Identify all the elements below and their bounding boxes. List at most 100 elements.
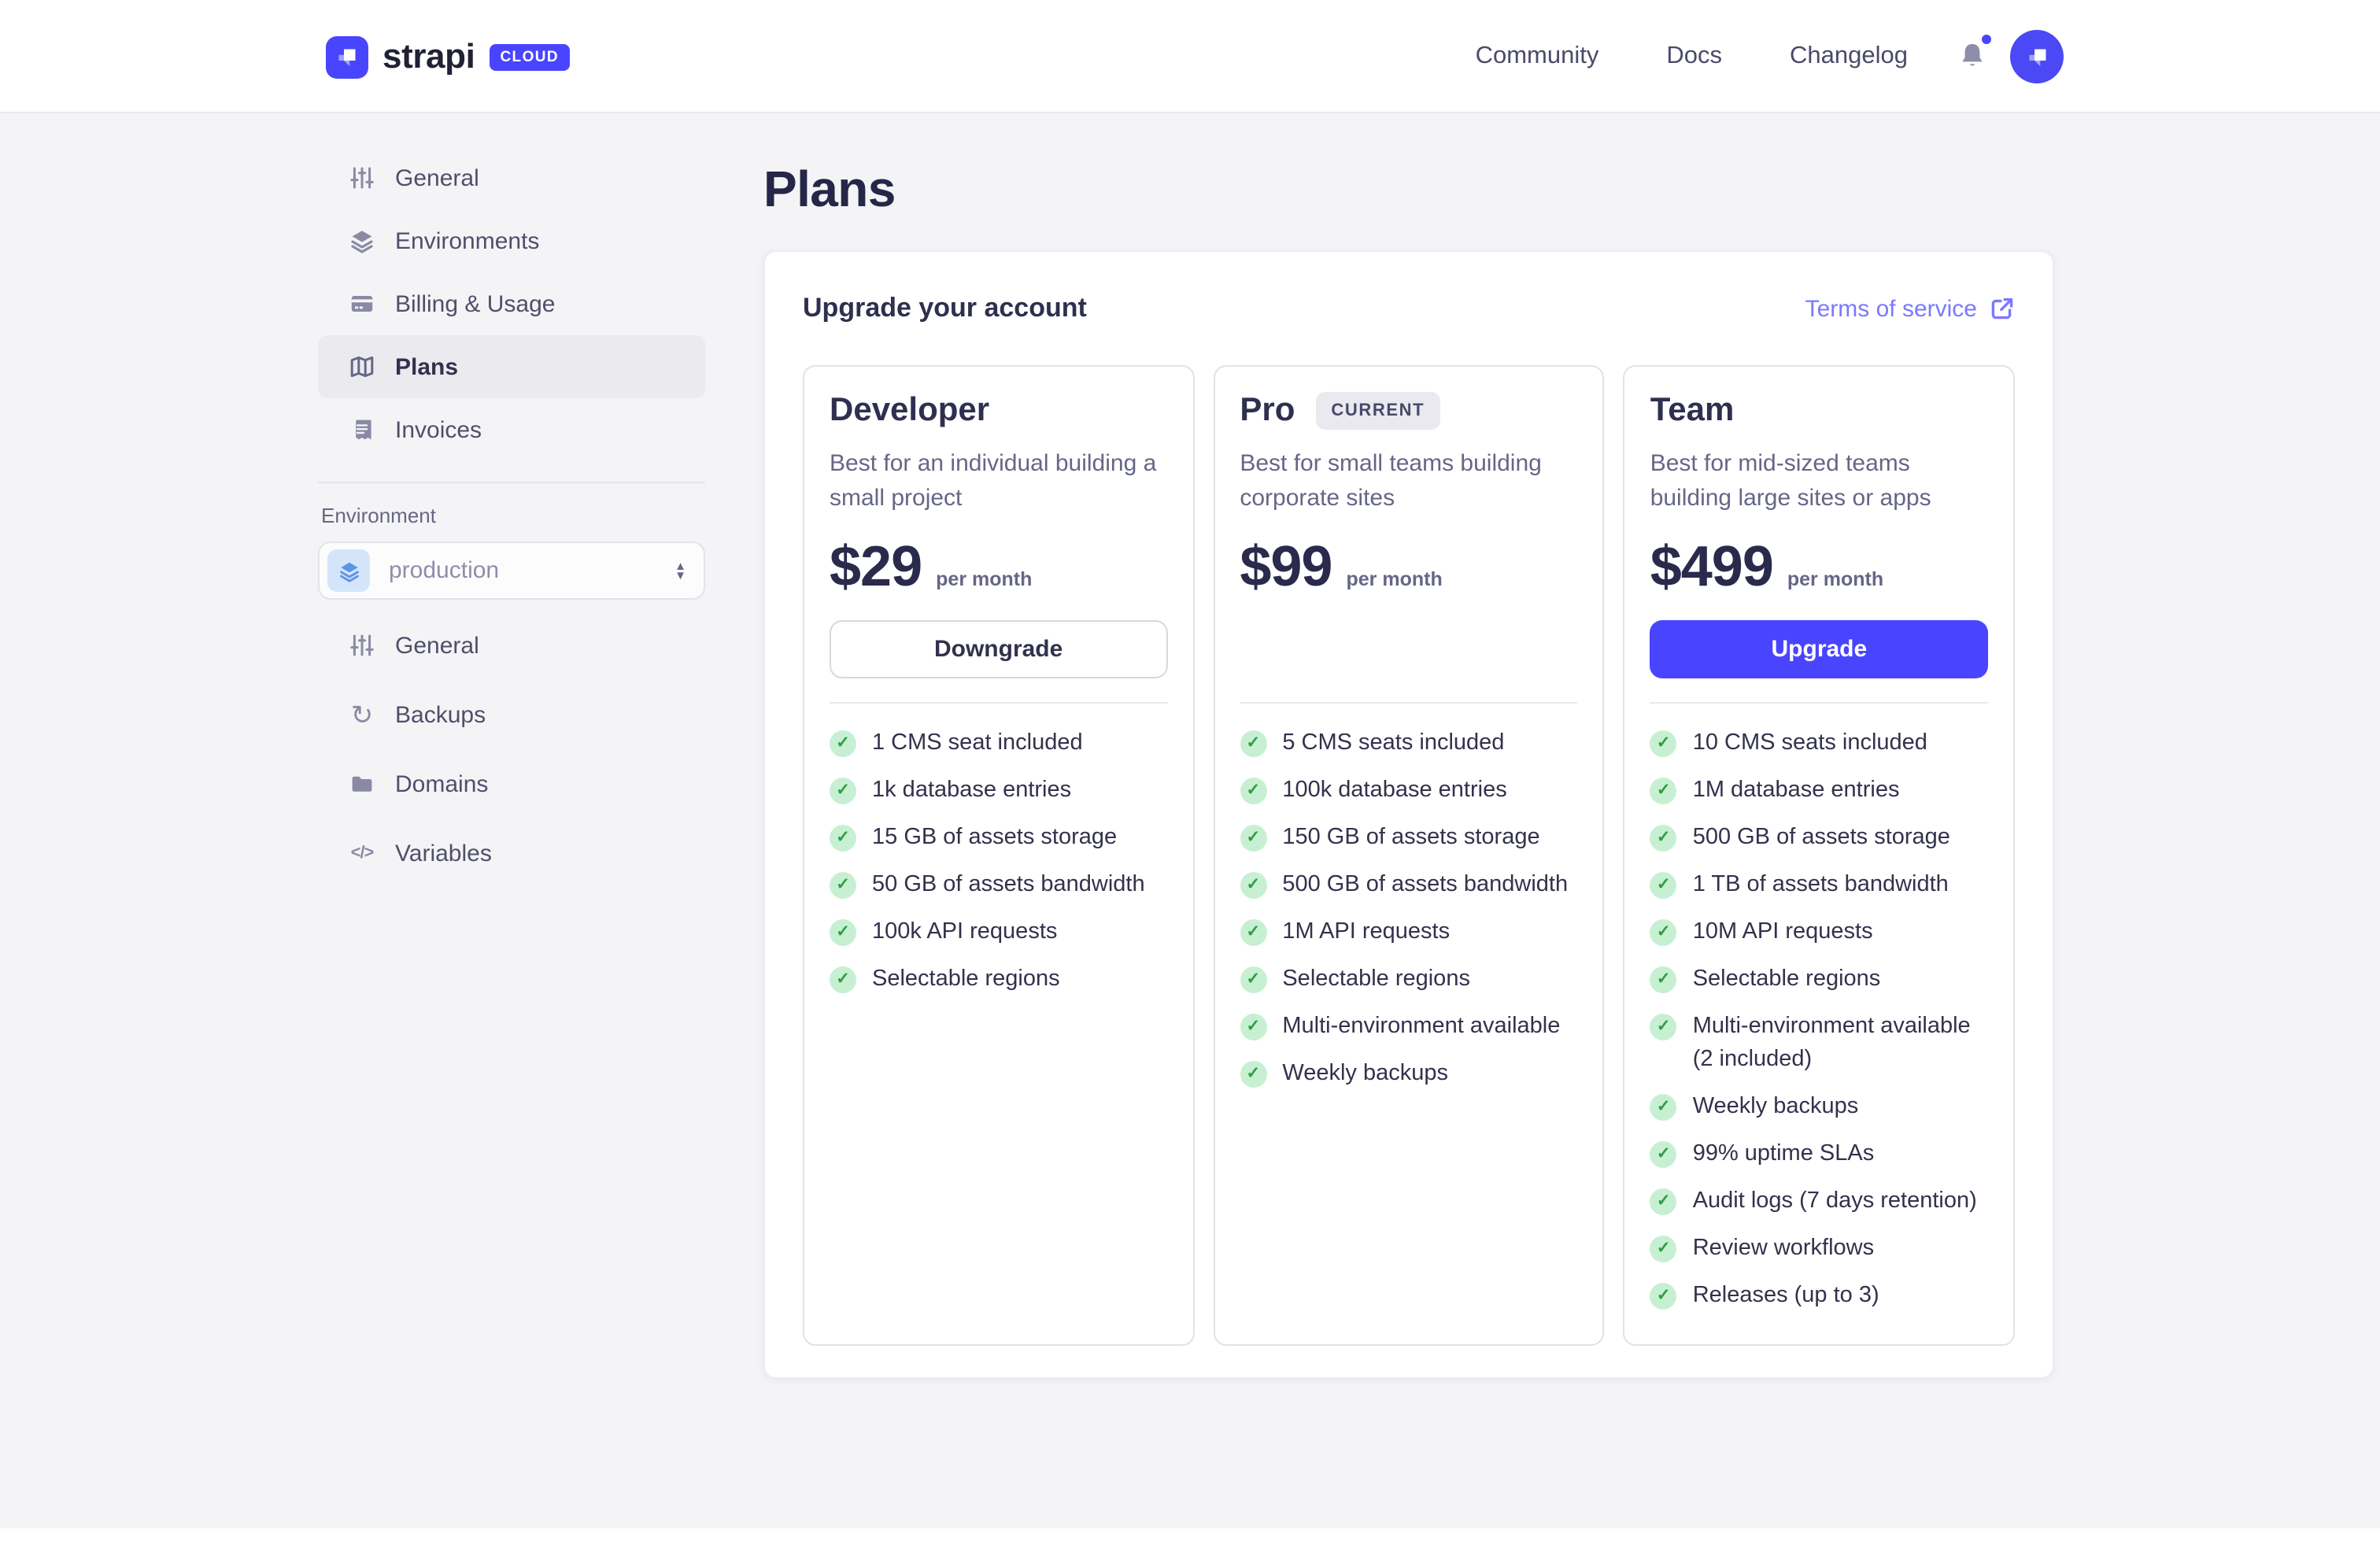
sidebar-item-plans[interactable]: Plans [318,335,705,398]
feature-item: ✓Weekly backups [1650,1083,1988,1130]
invoice-icon [348,416,376,444]
check-icon: ✓ [1650,1282,1677,1309]
check-icon: ✓ [830,966,856,992]
feature-item: ✓ 10 CMS seats included [1650,719,1988,767]
check-icon: ✓ [830,918,856,945]
feature-item: ✓ Selectable regions [830,955,1167,1003]
plans-row: Developer Best for an individual buildin… [803,365,2015,1346]
feature-text: 10 CMS seats included [1693,726,1927,759]
feature-text: 1 CMS seat included [872,726,1083,759]
plan-features: ✓5 CMS seats included✓100k database entr… [1240,719,1577,1097]
cta-empty-slot [1240,620,1577,678]
sidebar-item-general[interactable]: General [318,146,705,209]
plan-features: ✓ 1 CMS seat included ✓1k database entries… [830,719,1167,1003]
feature-text: Multi-environment available [1282,1010,1560,1043]
plan-card-team: Team Best for mid-sized teams building l… [1624,365,2015,1346]
project-nav: General Environments Billing & Usage Pla… [318,113,705,461]
check-icon: ✓ [1650,1188,1677,1214]
strapi-cloud-app: strapi CLOUD Community Docs Changelog Ge… [0,0,2380,1552]
sidebar-item-env-general[interactable]: General [318,611,705,680]
check-icon: ✓ [1240,918,1266,945]
feature-item: ✓ 15 GB of assets storage [830,814,1167,861]
check-icon: ✓ [1240,1060,1266,1087]
feature-item: ✓99% uptime SLAs [1650,1130,1988,1177]
environment-label: Environment [318,504,705,527]
feature-text: 1 TB of assets bandwidth [1693,868,1949,901]
feature-text: Selectable regions [872,963,1060,996]
feature-text: 15 GB of assets storage [872,821,1117,854]
notifications-button[interactable] [1958,41,1986,72]
feature-item: ✓ Releases (up to 3) [1650,1272,1988,1319]
page-title: Plans [763,161,2054,217]
feature-item: ✓Review workflows [1650,1225,1988,1272]
environment-select-value: production [389,557,674,584]
header: strapi CLOUD Community Docs Changelog [0,0,2380,113]
plan-price: $499 [1650,534,1773,600]
check-icon: ✓ [1240,1013,1266,1040]
feature-text: 10M API requests [1693,915,1873,948]
sidebar-item-label: General [395,164,479,191]
feature-text: Audit logs (7 days retention) [1693,1184,1977,1218]
sidebar-item-backups[interactable]: ↻ Backups [318,680,705,749]
feature-text: Releases (up to 3) [1693,1279,1879,1312]
feature-text: 1M database entries [1693,774,1900,807]
feature-text: Multi-environment available (2 included) [1693,1010,1988,1076]
avatar[interactable] [2010,30,2064,83]
feature-item: ✓100k database entries [1240,767,1577,814]
feature-item: ✓1M API requests [1240,908,1577,955]
feature-text: 100k database entries [1282,774,1506,807]
feature-item: ✓ 1M database entries [1650,767,1988,814]
plan-period: per month [936,568,1032,590]
feature-item: ✓ 10M API requests [1650,908,1988,955]
feature-item: ✓5 CMS seats included [1240,719,1577,767]
plan-price: $29 [830,534,922,600]
feature-item: ✓150 GB of assets storage [1240,814,1577,861]
check-icon: ✓ [1240,871,1266,898]
sidebar-item-invoices[interactable]: Invoices [318,398,705,461]
sidebar: General Environments Billing & Usage Pla… [318,113,705,888]
check-icon: ✓ [830,824,856,851]
brand[interactable]: strapi CLOUD [326,0,570,113]
check-icon: ✓ [1650,730,1677,756]
feature-item: ✓ 500 GB of assets bandwidth [1240,861,1577,908]
check-icon: ✓ [1650,824,1677,851]
feature-item: ✓1 TB of assets bandwidth [1650,861,1988,908]
check-icon: ✓ [830,871,856,898]
check-icon: ✓ [1650,1093,1677,1120]
upgrade-button[interactable]: Upgrade [1650,620,1988,678]
panel-title: Upgrade your account [803,293,1087,324]
code-icon: </> [348,839,376,867]
plan-name: Pro [1240,392,1295,430]
feature-text: 50 GB of assets bandwidth [872,868,1145,901]
feature-item: ✓Selectable regions [1650,955,1988,1003]
folder-icon [348,770,376,798]
plan-divider [830,702,1167,704]
check-icon: ✓ [830,777,856,804]
environment-select[interactable]: production ▲▼ [318,541,705,600]
check-icon: ✓ [1240,824,1266,851]
check-icon: ✓ [1650,777,1677,804]
terms-of-service-link[interactable]: Terms of service [1805,295,2015,322]
check-icon: ✓ [830,730,856,756]
downgrade-button[interactable]: Downgrade [830,620,1167,678]
sidebar-item-label: Environments [395,227,539,254]
nav-link-docs[interactable]: Docs [1666,42,1722,71]
sidebar-item-variables[interactable]: </> Variables [318,818,705,888]
upgrade-panel: Upgrade your account Terms of service De… [763,250,2054,1379]
sidebar-item-billing-usage[interactable]: Billing & Usage [318,272,705,335]
feature-text: Weekly backups [1282,1057,1448,1090]
feature-text: 500 GB of assets bandwidth [1282,868,1568,901]
plan-card-pro: Pro CURRENT Best for small teams buildin… [1213,365,1604,1346]
sidebar-item-domains[interactable]: Domains [318,749,705,818]
bottom-strip [0,1528,2380,1552]
sidebar-item-environments[interactable]: Environments [318,209,705,272]
nav-link-changelog[interactable]: Changelog [1790,42,1908,71]
feature-item: ✓ 1 CMS seat included [830,719,1167,767]
check-icon: ✓ [1650,918,1677,945]
feature-text: Review workflows [1693,1232,1874,1265]
feature-item: ✓ Weekly backups [1240,1050,1577,1097]
plan-name: Developer [830,392,989,430]
nav-link-community[interactable]: Community [1476,42,1599,71]
feature-item: ✓1k database entries [830,767,1167,814]
header-nav: Community Docs Changelog [1476,0,2064,113]
